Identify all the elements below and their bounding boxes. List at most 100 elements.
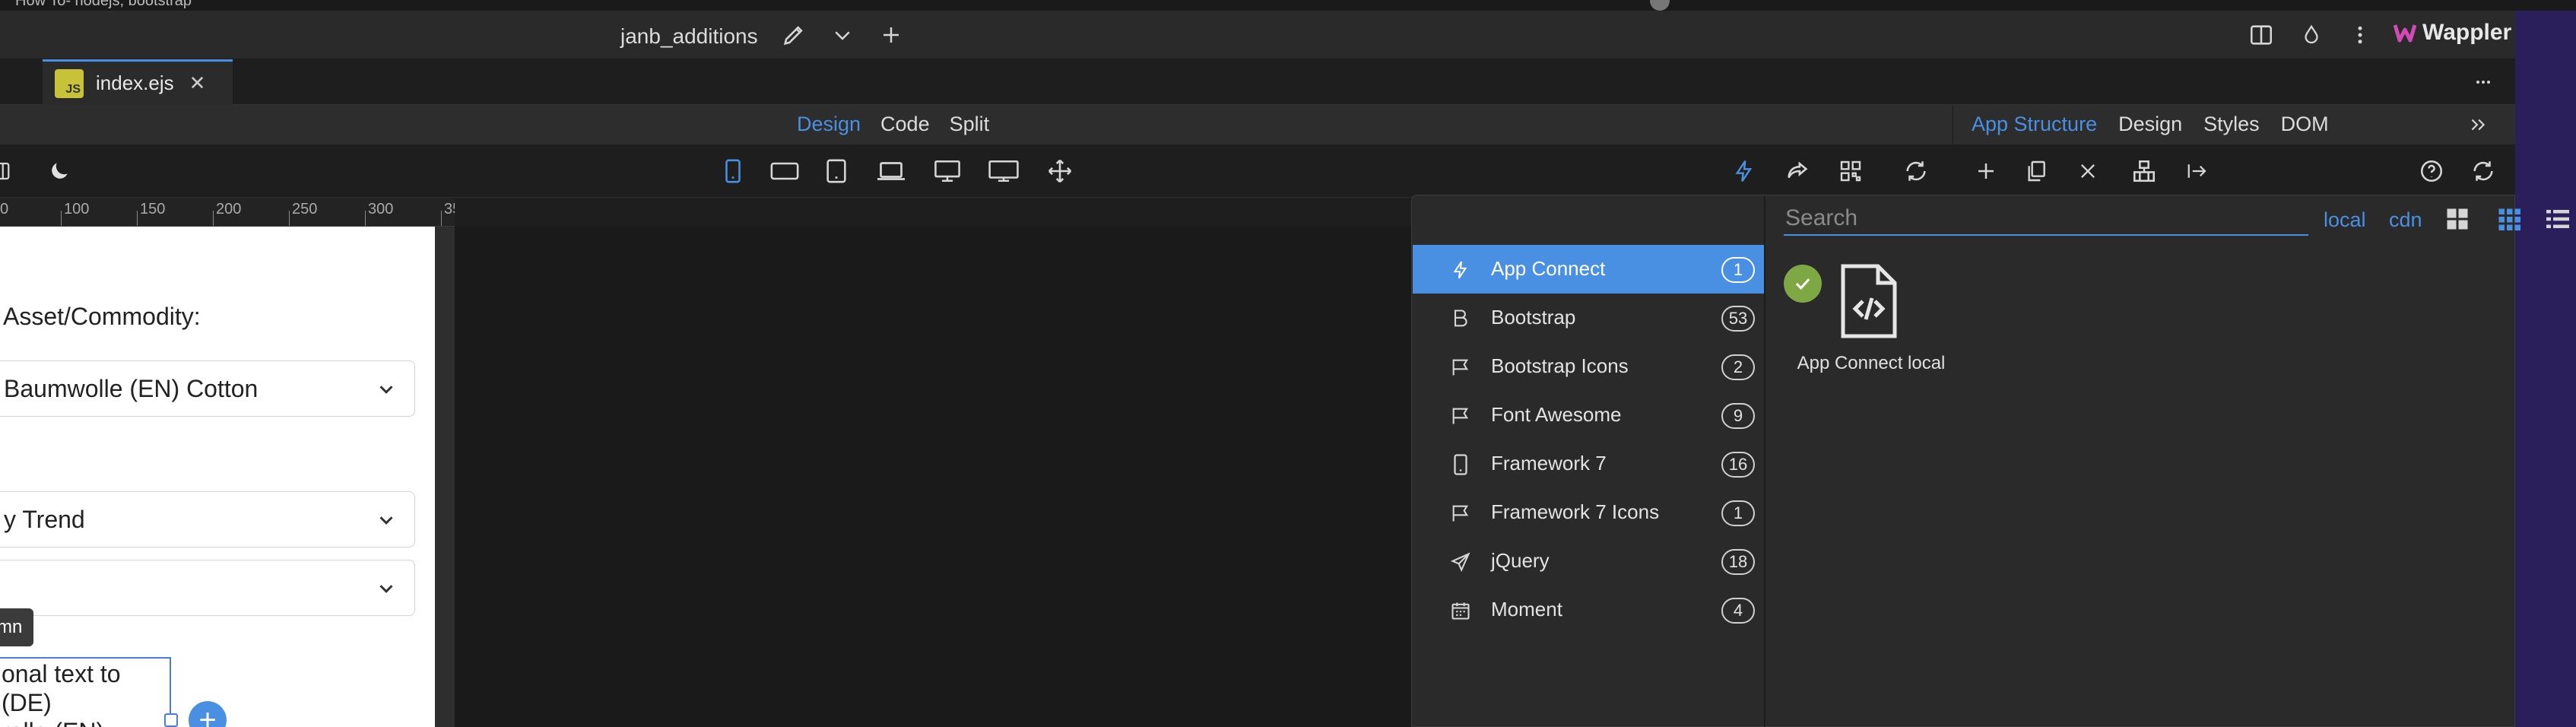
move-to-end-icon[interactable] [2181, 154, 2214, 188]
share-icon[interactable] [1781, 154, 1814, 188]
refresh-icon[interactable] [1899, 154, 1933, 188]
library-item-moment[interactable]: Moment 4 [1413, 586, 1764, 634]
bootstrap-b-icon [1449, 307, 1472, 330]
panel-refresh-icon[interactable] [2467, 154, 2500, 188]
library-name: jQuery [1491, 549, 1550, 572]
installed-check-icon [1784, 265, 1822, 303]
dark-mode-moon-icon[interactable] [43, 154, 76, 188]
wappler-logo: Wappler [2394, 20, 2511, 46]
asset-select[interactable]: Baumwolle (EN) Cotton [0, 360, 415, 417]
ruler-label: 200 [216, 201, 242, 217]
asset-select-value: Baumwolle (EN) Cotton [4, 374, 259, 402]
panel-toggle-icon[interactable] [0, 154, 17, 188]
third-select[interactable] [0, 560, 415, 616]
structure-icon[interactable] [2127, 154, 2161, 188]
library-count-badge: 2 [1721, 354, 1755, 380]
ruler-tick [137, 211, 138, 226]
trend-select[interactable]: y Trend [0, 491, 415, 548]
asset-search-input[interactable] [1784, 202, 2308, 236]
qr-code-icon[interactable] [1834, 154, 1867, 188]
flag-icon [1449, 502, 1472, 525]
ruler-label: 0 [0, 201, 9, 217]
tablet-icon[interactable] [820, 154, 853, 188]
view-mode-bar: Design Code Split [0, 105, 1953, 144]
paper-plane-icon [1449, 551, 1472, 573]
source-local-toggle[interactable]: local [2324, 208, 2366, 232]
asset-item-app-connect-local[interactable]: App Connect local [1784, 262, 1997, 391]
small-grid-view-icon[interactable] [2495, 205, 2526, 236]
tab-dom[interactable]: DOM [2281, 113, 2329, 136]
title-bar: janb_additions Wappler [0, 11, 2515, 59]
theme-drop-icon[interactable] [2295, 18, 2328, 52]
list-view-icon[interactable] [2544, 205, 2574, 236]
code-file-icon [1837, 262, 1901, 342]
library-item-bootstrap[interactable]: Bootstrap 53 [1413, 294, 1764, 342]
page-scrollbar[interactable] [435, 227, 455, 727]
desktop-icon[interactable] [931, 154, 964, 188]
record-dot-icon [1650, 0, 1670, 11]
design-page-preview: Asset/Commodity: Baumwolle (EN) Cotton y… [0, 227, 435, 727]
close-tab-icon[interactable]: ✕ [189, 71, 206, 95]
tab-panel-design[interactable]: Design [2118, 113, 2182, 136]
library-item-bootstrap-icons[interactable]: Bootstrap Icons 2 [1413, 342, 1764, 391]
laptop-icon[interactable] [874, 154, 908, 188]
selected-text-element[interactable]: onal text to (DE) rolle (EN) [0, 657, 171, 727]
source-cdn-toggle[interactable]: cdn [2389, 208, 2422, 232]
move-arrows-icon[interactable] [1043, 154, 1077, 188]
document-tab-bar: JS index.ejs ✕ [0, 59, 2515, 105]
help-icon[interactable] [2415, 154, 2448, 188]
tab-app-structure[interactable]: App Structure [1972, 113, 2097, 136]
delete-x-icon[interactable] [2071, 154, 2105, 188]
large-grid-view-icon[interactable] [2444, 205, 2474, 236]
view-mode-tabs: Design Code Split [797, 113, 989, 136]
text-line: (DE) [2, 689, 52, 716]
asset-item-label: App Connect local [1797, 353, 1946, 373]
library-item-framework-7[interactable]: Framework 7 16 [1413, 440, 1764, 488]
tab-menu-icon[interactable] [2467, 65, 2500, 99]
split-layout-icon[interactable] [2244, 18, 2278, 52]
tab-file-name: index.ejs [96, 71, 174, 94]
library-item-app-connect[interactable]: App Connect 1 [1413, 245, 1764, 294]
library-count-badge: 18 [1721, 549, 1755, 575]
ruler-label: 150 [140, 201, 166, 217]
library-item-framework-7-icons[interactable]: Framework 7 Icons 1 [1413, 488, 1764, 537]
expand-panel-icon[interactable] [2461, 108, 2495, 141]
add-element-icon[interactable] [1969, 154, 2003, 188]
library-item-jquery[interactable]: jQuery 18 [1413, 537, 1764, 586]
tab-styles[interactable]: Styles [2203, 113, 2260, 136]
wide-desktop-icon[interactable] [987, 154, 1020, 188]
edit-pencil-icon[interactable] [777, 18, 811, 52]
library-count-badge: 1 [1721, 500, 1755, 526]
popup-divider [1764, 196, 1765, 727]
tab-split[interactable]: Split [950, 113, 990, 136]
column-badge[interactable]: mn [0, 608, 33, 646]
library-count-badge: 53 [1721, 306, 1755, 332]
add-project-icon[interactable] [874, 18, 908, 52]
app-connect-lightning-icon[interactable] [1727, 154, 1761, 188]
library-name: Bootstrap [1491, 306, 1576, 329]
tab-code[interactable]: Code [880, 113, 930, 136]
library-item-font-awesome[interactable]: Font Awesome 9 [1413, 391, 1764, 440]
ruler-tick [365, 211, 366, 226]
library-count-badge: 1 [1721, 257, 1755, 283]
tab-design[interactable]: Design [797, 113, 861, 136]
duplicate-icon[interactable] [2019, 154, 2053, 188]
panel-header: App Structure Design Styles DOM [1953, 105, 2515, 144]
tab-index-ejs[interactable]: JS index.ejs ✕ [43, 59, 233, 105]
resize-handle[interactable] [164, 713, 178, 727]
flag-icon [1449, 356, 1472, 379]
add-element-button[interactable]: + [189, 701, 227, 727]
ruler-label: 250 [292, 201, 318, 217]
library-name: App Connect [1491, 257, 1606, 280]
panel-tabs: App Structure Design Styles DOM [1972, 113, 2329, 136]
mobile-device-icon[interactable] [716, 154, 750, 188]
mobile-landscape-icon[interactable] [768, 154, 801, 188]
window-top-strip: How To- nodejs, bootstrap [0, 0, 2576, 11]
ruler-tick [441, 211, 442, 226]
chevron-down-icon [379, 585, 393, 593]
chevron-down-icon[interactable] [826, 18, 859, 52]
ruler-label: 300 [368, 201, 394, 217]
more-vertical-icon[interactable] [2343, 18, 2377, 52]
horizontal-ruler: 0 100 150 200 250 300 35 [0, 198, 455, 227]
main-toolbar [0, 144, 2515, 198]
